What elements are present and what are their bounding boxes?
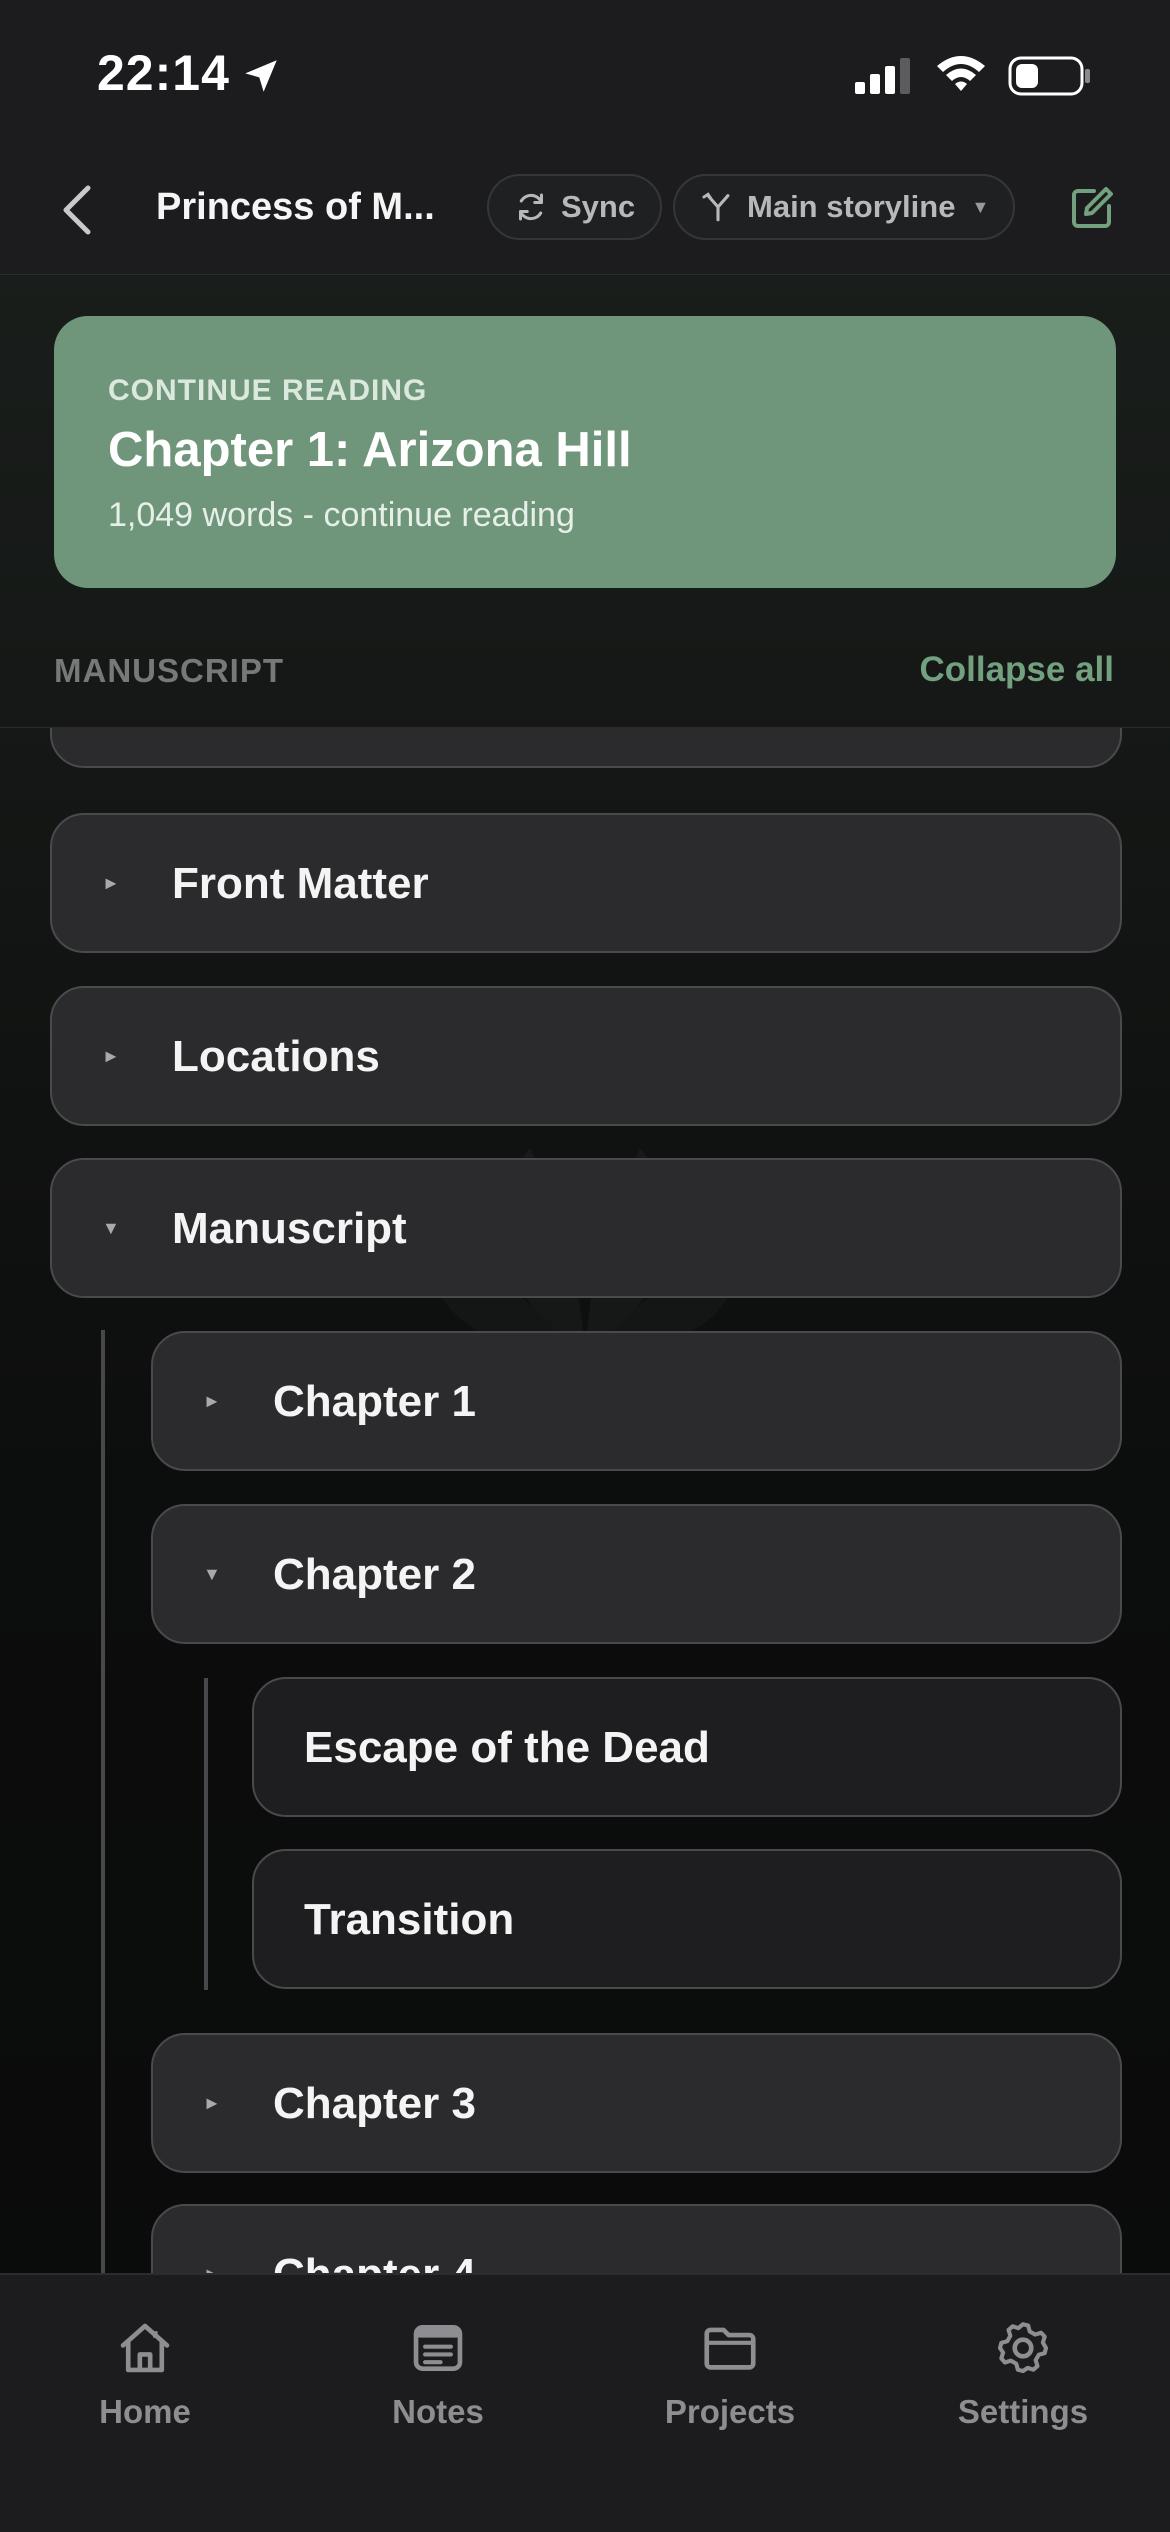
top-navigation-bar: Princess of M... Sync Main storyline ▼ [0, 150, 1170, 275]
status-time: 22:14 [97, 45, 230, 101]
continue-reading-card[interactable]: CONTINUE READING Chapter 1: Arizona Hill… [54, 316, 1116, 588]
tree-row-scene-escape-of-the-dead[interactable]: Escape of the Dead [252, 1677, 1122, 1817]
tree-row-chapter-1[interactable]: ► Chapter 1 [151, 1331, 1122, 1471]
tree-guide-line [204, 1678, 208, 1990]
disclosure-collapsed-icon: ► [102, 1046, 120, 1066]
tab-label: Home [99, 2393, 191, 2430]
bottom-tab-bar: Home Notes Projects Settings [0, 2273, 1170, 2532]
location-arrow-icon [245, 60, 277, 92]
disclosure-collapsed-icon: ► [203, 2264, 221, 2273]
disclosure-collapsed-icon: ► [203, 1391, 221, 1411]
tree-row-label: Manuscript [172, 1204, 407, 1253]
tree-row-label: Chapter 4 [273, 2250, 476, 2273]
tree-row-label: Locations [172, 1032, 380, 1081]
sync-button[interactable]: Sync [487, 174, 662, 240]
notes-icon [413, 2325, 463, 2371]
storyline-label: Main storyline [747, 189, 956, 224]
tree-row-chapter-4[interactable]: ► Chapter 4 [151, 2204, 1122, 2273]
tree-row-front-matter[interactable]: ► Front Matter [50, 813, 1122, 953]
continue-reading-eyebrow: CONTINUE READING [108, 374, 428, 407]
disclosure-expanded-icon: ▼ [203, 1564, 221, 1584]
continue-reading-title: Chapter 1: Arizona Hill [108, 423, 632, 477]
tree-row-label: Chapter 3 [273, 2079, 476, 2128]
disclosure-collapsed-icon: ► [203, 2093, 221, 2113]
gear-icon [997, 2322, 1049, 2374]
tree-row-chapter-3[interactable]: ► Chapter 3 [151, 2033, 1122, 2173]
tree-row-label: Front Matter [172, 859, 429, 908]
tree-row-manuscript[interactable]: ▼ Manuscript [50, 1158, 1122, 1298]
tree-row-partial[interactable] [50, 728, 1122, 768]
project-title: Princess of M... [156, 186, 435, 228]
collapse-all-button[interactable]: Collapse all [919, 650, 1114, 690]
continue-reading-subtitle: 1,049 words - continue reading [108, 496, 575, 534]
wifi-icon [937, 56, 985, 91]
storyline-selector[interactable]: Main storyline ▼ [673, 174, 1015, 240]
tree-row-label: Chapter 2 [273, 1550, 476, 1599]
tree-row-label: Transition [304, 1895, 515, 1944]
branch-icon [702, 192, 730, 222]
disclosure-expanded-icon: ▼ [102, 1218, 120, 1238]
tab-label: Notes [392, 2393, 484, 2430]
cellular-signal-icon [855, 58, 910, 94]
app-screen: 22:14 Princess of M... Sync Main storyli… [0, 0, 1170, 2532]
tab-projects[interactable]: Projects [610, 2317, 850, 2431]
status-bar: 22:14 [0, 0, 1170, 150]
home-icon [120, 2323, 170, 2373]
tree-row-label: Chapter 1 [273, 1377, 476, 1426]
disclosure-collapsed-icon: ► [102, 873, 120, 893]
back-chevron-icon[interactable] [52, 180, 102, 240]
sync-label: Sync [561, 189, 636, 224]
tree-guide-line [101, 1330, 105, 2273]
tab-settings[interactable]: Settings [903, 2317, 1143, 2431]
manuscript-section-header: MANUSCRIPT Collapse all [0, 620, 1170, 728]
tab-notes[interactable]: Notes [318, 2317, 558, 2431]
tab-label: Settings [957, 2393, 1089, 2430]
compose-icon[interactable] [1068, 184, 1116, 232]
tree-row-label: Escape of the Dead [304, 1723, 710, 1772]
tree-row-scene-transition[interactable]: Transition [252, 1849, 1122, 1989]
tab-label: Projects [664, 2393, 796, 2430]
manuscript-tree: ► Front Matter ► Locations ▼ Manuscript … [0, 728, 1170, 2273]
battery-icon [1008, 56, 1090, 96]
tree-row-chapter-2[interactable]: ▼ Chapter 2 [151, 1504, 1122, 1644]
chevron-down-icon: ▼ [971, 196, 990, 217]
tree-row-locations[interactable]: ► Locations [50, 986, 1122, 1126]
section-label: MANUSCRIPT [54, 652, 284, 689]
tab-home[interactable]: Home [25, 2317, 265, 2431]
folder-icon [704, 2327, 756, 2370]
sync-icon [519, 193, 543, 221]
